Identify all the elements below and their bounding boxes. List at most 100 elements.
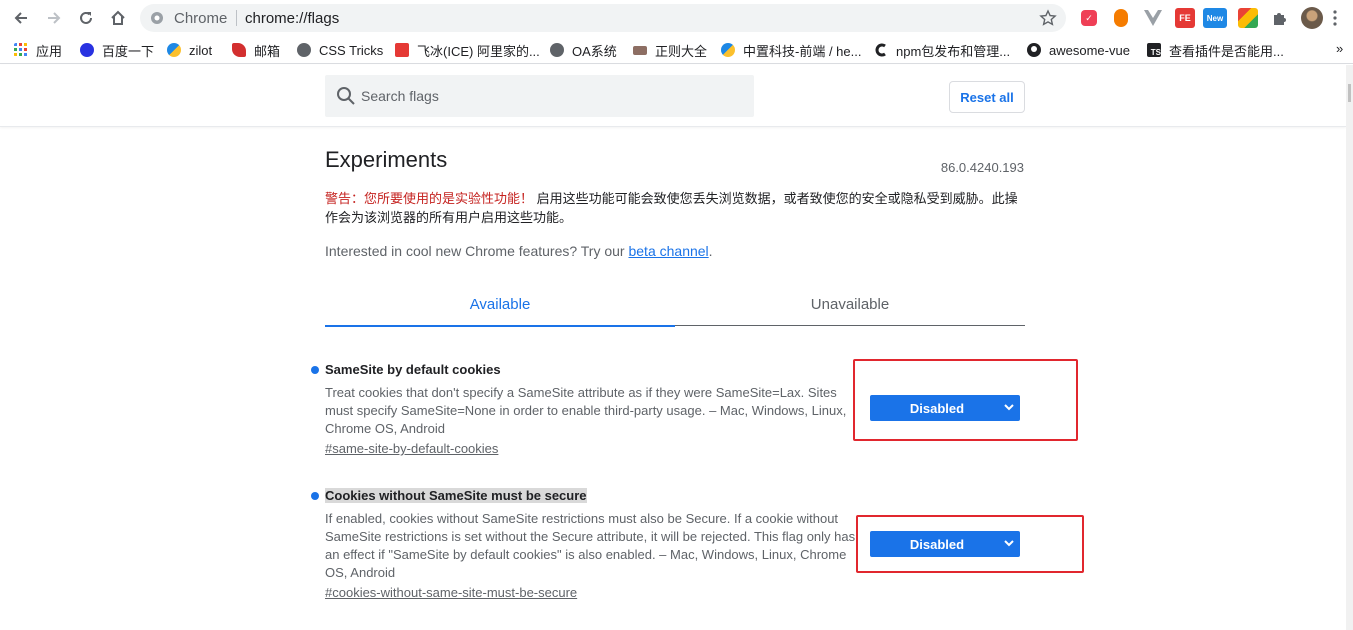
vue-devtools-extension[interactable] [1143,8,1163,28]
tab-bar: Available Unavailable [325,282,1025,327]
bookmark-label: 百度一下 [102,43,155,59]
home-icon [111,10,125,25]
lightning-icon [1114,9,1128,27]
new-extension[interactable]: New [1203,8,1227,28]
address-bar[interactable]: Chrome chrome://flags [140,4,1066,32]
chevron-down-icon [1004,404,1014,411]
github-icon [1027,43,1041,57]
bookmark-item[interactable]: npm包发布和管理... [874,41,1010,59]
bookmark-item[interactable]: TS 查看插件是否能用... [1147,41,1284,59]
forward-button[interactable] [42,6,66,30]
intro-text: Interested in cool new Chrome features? … [325,243,713,259]
color-grid-icon [1238,8,1258,28]
active-tab-indicator [325,325,675,327]
page-title: Experiments [325,147,448,172]
globe-icon [550,43,564,57]
bookmark-item[interactable]: 正则大全 [633,41,707,59]
bookmark-item[interactable]: 邮箱 [232,41,280,59]
flag-select[interactable]: Disabled [870,531,1020,557]
version-label: 86.0.4240.193 [940,160,1024,175]
bookmark-label: 中置科技-前端 / he... [743,43,862,59]
bookmark-item[interactable]: awesome-vue [1027,41,1130,59]
more-vert-icon[interactable] [1333,9,1337,27]
colorful-extension[interactable] [1238,8,1258,28]
chrome-logo-icon [151,12,163,24]
bookmark-label: 应用 [36,43,63,59]
puzzle-icon [1274,13,1286,25]
reload-button[interactable] [74,6,98,30]
extensions-menu[interactable] [1270,8,1290,28]
enabled-dot-icon [311,366,319,374]
bookmark-label: 正则大全 [655,43,708,59]
ice-icon [395,43,409,57]
flag-select-value: Disabled [909,536,965,552]
pocket-extension[interactable]: ✓ [1079,8,1099,28]
home-button[interactable] [106,6,130,30]
bookmark-label: awesome-vue [1049,42,1130,58]
flag-item: Cookies without SameSite must be secure … [311,488,865,602]
regex-icon [633,45,647,55]
bookmark-label: 飞冰(ICE) 阿里家的... [417,43,540,59]
address-url[interactable]: chrome://flags [245,10,339,27]
flag-permalink[interactable]: #cookies-without-same-site-must-be-secur… [325,584,865,602]
bookmark-item[interactable]: 百度一下 [80,41,154,59]
baidu-icon [80,43,94,57]
intro-end: . [708,243,713,259]
bookmark-label: 查看插件是否能用... [1169,43,1284,59]
search-icon [337,87,355,105]
intro-prefix: Interested in cool new Chrome features? … [325,243,629,259]
back-button[interactable] [9,6,33,30]
apps-grid-icon [14,43,27,56]
warning-message: 警告：您所要使用的是实验性功能！ 启用这些功能可能会致使您丢失浏览数据，或者致使… [325,189,1025,227]
fe-icon: FE [1175,8,1195,28]
flag-name: Cookies without SameSite must be secure [325,488,587,503]
bookmarks-bar: 应用 百度一下 zilot 邮箱 CSS Tricks 飞冰(ICE) 阿里家的… [0,36,1353,64]
enabled-dot-icon [311,492,319,500]
flag-permalink[interactable]: #same-site-by-default-cookies [325,440,865,458]
ts-icon: TS [1147,43,1161,57]
scrollbar[interactable] [1346,65,1353,630]
bookmark-item[interactable]: 中置科技-前端 / he... [721,41,861,59]
reset-all-button[interactable]: Reset all [949,81,1025,113]
vue-logo-icon [1144,10,1162,26]
tab-available[interactable]: Available [325,282,675,326]
bookmark-item[interactable]: OA系统 [550,41,617,59]
bookmarks-overflow-icon[interactable]: » [1336,41,1343,56]
browser-toolbar: Chrome chrome://flags ✓ FE New [0,0,1353,36]
bookmark-label: 邮箱 [254,43,281,59]
flag-description: Treat cookies that don't specify a SameS… [325,385,847,436]
address-separator [236,10,237,26]
flag-item: SameSite by default cookies Treat cookie… [311,362,865,458]
company-icon [721,43,735,57]
flag-name: SameSite by default cookies [325,362,501,377]
bookmark-item[interactable]: 应用 [14,41,62,59]
profile-avatar[interactable] [1301,7,1323,29]
chevron-down-icon [1004,540,1014,547]
zilot-icon [167,43,181,57]
bookmark-star-icon[interactable] [1038,8,1058,28]
mail-bird-icon [232,43,246,57]
bookmark-item[interactable]: 飞冰(ICE) 阿里家的... [395,41,540,59]
search-box[interactable] [325,75,754,117]
flags-header: Reset all [0,65,1346,127]
bookmark-item[interactable]: CSS Tricks [297,41,383,59]
bookmark-label: npm包发布和管理... [896,43,1011,59]
search-input[interactable] [361,75,741,117]
bookmark-label: OA系统 [572,43,617,59]
address-site-label: Chrome [174,10,228,27]
globe-icon [297,43,311,57]
extension-2[interactable] [1111,8,1131,28]
bookmark-label: zilot [189,42,213,58]
c-logo-icon [875,43,886,57]
tab-unavailable[interactable]: Unavailable [675,282,1025,326]
flag-select[interactable]: Disabled [870,395,1020,421]
bookmark-label: CSS Tricks [319,42,384,58]
scrollbar-thumb[interactable] [1348,84,1351,102]
forward-arrow-icon [48,12,61,24]
fe-extension[interactable]: FE [1175,8,1195,28]
warning-prefix: 警告：您所要使用的是实验性功能！ [325,191,534,206]
bookmark-item[interactable]: zilot [167,41,212,59]
flag-description: If enabled, cookies without SameSite res… [325,511,856,580]
beta-channel-link[interactable]: beta channel [628,243,708,259]
back-arrow-icon [14,12,27,24]
